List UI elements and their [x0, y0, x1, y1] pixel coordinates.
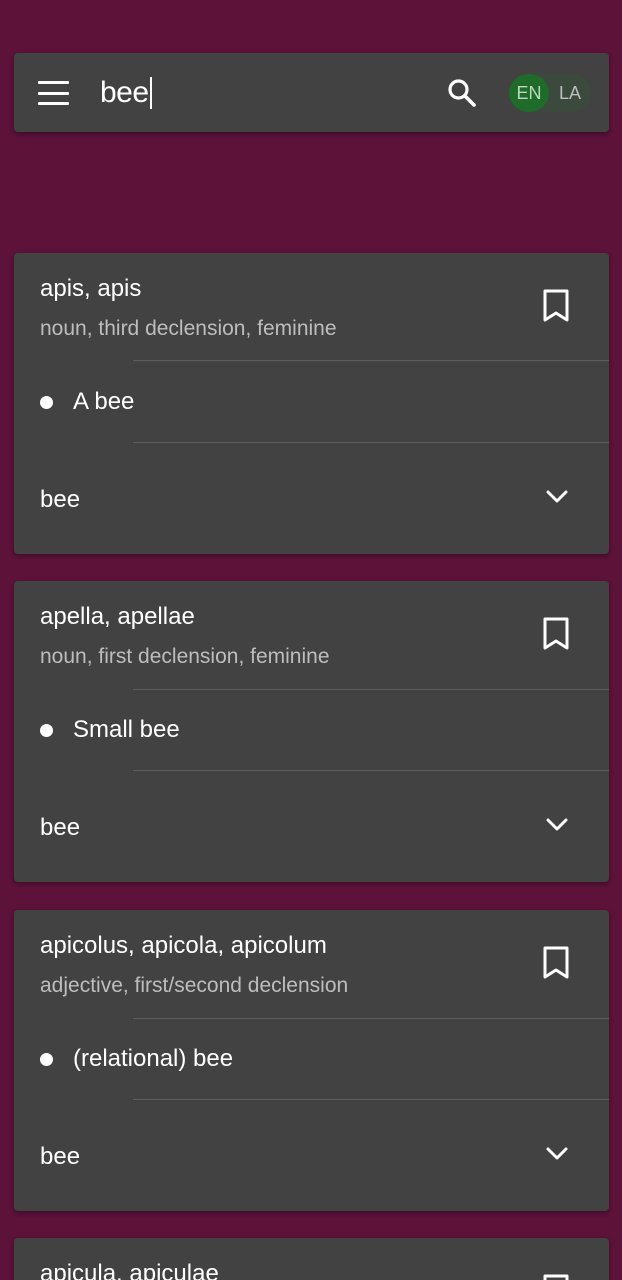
search-bar: bee EN LA [14, 53, 609, 132]
result-grammar: noun, third declension, feminine [40, 317, 337, 340]
result-card: apella, apellae noun, first declension, … [14, 581, 609, 882]
text-caret [149, 77, 152, 109]
divider [133, 360, 609, 361]
divider [133, 689, 609, 690]
english-term: bee [40, 1143, 81, 1170]
definition-text: Small bee [73, 716, 180, 743]
bookmark-icon[interactable] [541, 946, 571, 980]
menu-icon[interactable] [38, 81, 70, 105]
english-term: bee [40, 486, 81, 513]
bullet-icon [40, 1052, 53, 1066]
result-headword: apis, apis [40, 275, 142, 302]
definition-item: A bee [40, 388, 134, 416]
chevron-down-icon[interactable] [544, 487, 570, 505]
result-headword: apicolus, apicola, apicolum [40, 932, 327, 959]
lang-option-en[interactable]: EN [509, 74, 549, 112]
chevron-down-icon[interactable] [544, 815, 570, 833]
lang-option-la[interactable]: LA [549, 74, 591, 112]
result-grammar: noun, first declension, feminine [40, 645, 330, 668]
divider [133, 1018, 609, 1019]
result-card: apicula, apiculae [14, 1238, 609, 1280]
result-card: apicolus, apicola, apicolum adjective, f… [14, 910, 609, 1211]
result-headword: apicula, apiculae [40, 1260, 219, 1280]
definition-text: (relational) bee [73, 1045, 234, 1072]
definition-text: A bee [73, 388, 135, 415]
chevron-down-icon[interactable] [544, 1144, 570, 1162]
result-headword: apella, apellae [40, 603, 195, 630]
definition-item: (relational) bee [40, 1045, 233, 1073]
app-root: bee EN LA apis, apis noun, third declens… [0, 0, 622, 1280]
result-grammar: adjective, first/second declension [40, 974, 349, 997]
expand-row[interactable]: bee [14, 443, 609, 553]
bullet-icon [40, 395, 53, 409]
expand-row[interactable]: bee [14, 771, 609, 881]
definition-item: Small bee [40, 716, 180, 744]
bullet-icon [40, 723, 53, 737]
bookmark-icon[interactable] [541, 617, 571, 651]
expand-row[interactable]: bee [14, 1100, 609, 1210]
search-query-text: bee [100, 76, 149, 109]
english-term: bee [40, 814, 81, 841]
language-toggle[interactable]: EN LA [509, 74, 591, 112]
search-icon[interactable] [446, 77, 478, 109]
result-card: apis, apis noun, third declension, femin… [14, 253, 609, 554]
search-input[interactable]: bee [100, 73, 400, 113]
bookmark-icon[interactable] [541, 1274, 571, 1280]
bookmark-icon[interactable] [541, 289, 571, 323]
